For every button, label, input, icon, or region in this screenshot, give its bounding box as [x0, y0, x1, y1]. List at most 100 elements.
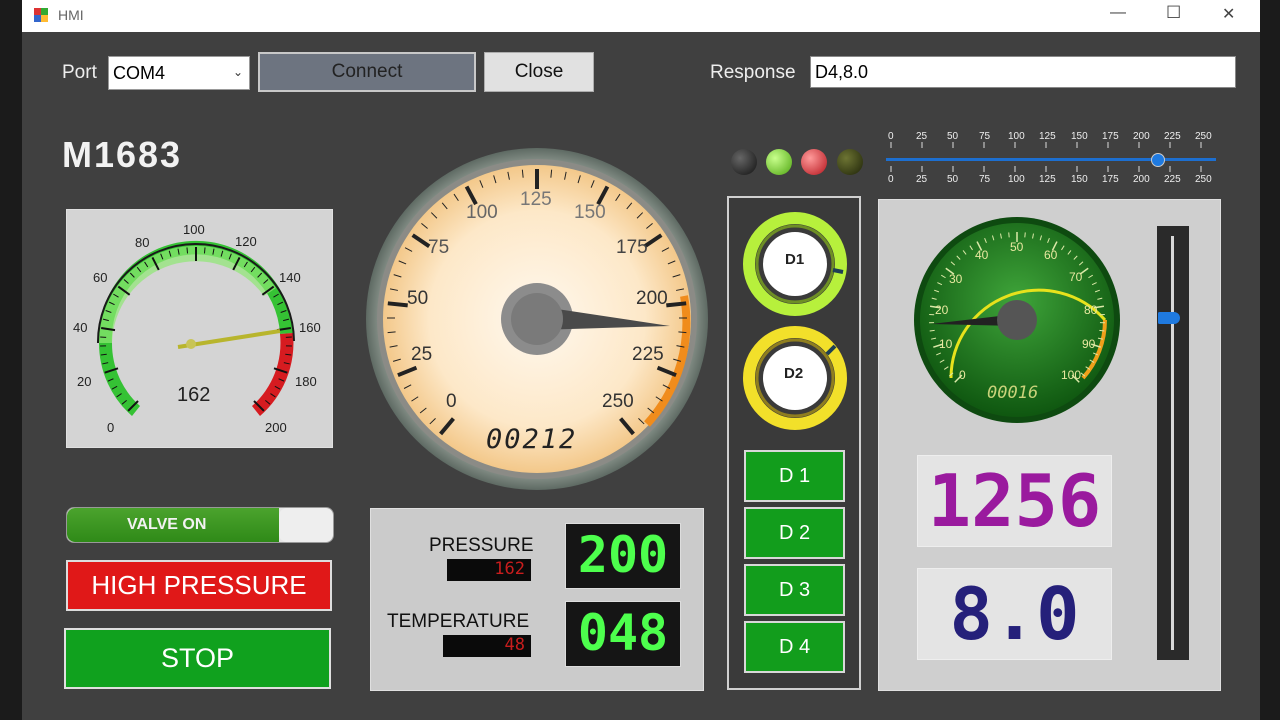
pressure-tick-140: 140 — [279, 270, 301, 285]
close-window-button[interactable]: ✕ — [1222, 4, 1235, 24]
slider-tick-top-250: 250 — [1195, 131, 1212, 142]
pressure-label: PRESSURE — [429, 535, 534, 556]
stop-button[interactable]: STOP — [64, 628, 331, 689]
level-tick-0: 0 — [959, 368, 966, 382]
level-tick-30: 30 — [949, 272, 963, 286]
level-tick-80: 80 — [1084, 303, 1098, 317]
maximize-button[interactable]: ☐ — [1166, 3, 1181, 23]
slider-tick-top-50: 50 — [947, 131, 959, 142]
port-select[interactable]: COM4 ⌄ — [108, 56, 250, 90]
minimize-button[interactable]: — — [1110, 4, 1126, 22]
level-tick-40: 40 — [975, 248, 989, 262]
pressure-tick-100: 100 — [183, 222, 205, 237]
right-panel: 0 10 20 30 40 50 60 70 80 90 100 00016 1… — [878, 199, 1221, 691]
app-icon — [34, 8, 48, 22]
segment-display-2: 8.0 — [917, 568, 1112, 660]
close-button[interactable]: Close — [484, 52, 594, 92]
response-value: D4,8.0 — [815, 62, 869, 82]
horizontal-slider[interactable]: 0 25 50 75 100 125 150 175 200 225 250 0… — [884, 128, 1218, 186]
slider-tick-bottom-100: 100 — [1008, 174, 1025, 185]
slider-tick-top-25: 25 — [916, 131, 928, 142]
speed-tick-50: 50 — [407, 288, 429, 309]
segment-display-2-value: 8.0 — [949, 572, 1080, 656]
slider-tick-bottom-150: 150 — [1071, 174, 1088, 185]
slider-tick-bottom-0: 0 — [888, 174, 894, 185]
alarm-label: HIGH PRESSURE — [91, 570, 307, 600]
slider-tick-bottom-175: 175 — [1102, 174, 1119, 185]
slider-tick-top-100: 100 — [1008, 131, 1025, 142]
d4-button[interactable]: D 4 — [744, 621, 845, 673]
slider-tick-top-0: 0 — [888, 131, 894, 142]
speed-tick-200: 200 — [636, 288, 668, 309]
level-tick-10: 10 — [939, 337, 953, 351]
pressure-tick-0: 0 — [107, 420, 115, 435]
level-tick-60: 60 — [1044, 248, 1058, 262]
temperature-value: 48 — [504, 635, 525, 655]
slider-tick-top-200: 200 — [1133, 131, 1150, 142]
slider-tick-bottom-200: 200 — [1133, 174, 1150, 185]
vertical-slider-thumb[interactable] — [1158, 312, 1180, 324]
d1-button[interactable]: D 1 — [744, 450, 845, 502]
valve-toggle[interactable]: VALVE ON — [66, 507, 334, 543]
slider-tick-bottom-75: 75 — [979, 174, 991, 185]
pressure-tick-20: 20 — [77, 374, 92, 389]
pressure-tick-120: 120 — [235, 234, 257, 249]
pressure-gauge-panel: 162 0 20 40 60 80 100 120 140 160 180 20… — [66, 209, 333, 448]
valve-toggle-knob — [279, 508, 333, 542]
d2-button-label: D 2 — [778, 522, 811, 544]
pressure-tick-60: 60 — [93, 270, 108, 285]
level-tick-20: 20 — [935, 303, 949, 317]
speed-tick-250: 250 — [602, 391, 634, 412]
led-4 — [837, 149, 863, 175]
speed-tick-175: 175 — [616, 237, 648, 258]
d3-button[interactable]: D 3 — [744, 564, 845, 616]
temperature-segment-display: 048 — [565, 601, 681, 667]
d4-button-label: D 4 — [778, 636, 811, 658]
led-1 — [731, 149, 757, 175]
speed-tick-75: 75 — [428, 237, 450, 258]
slider-tick-top-125: 125 — [1039, 131, 1056, 142]
pressure-segment-display: 200 — [565, 523, 681, 589]
dial-panel: D1 D2 D 1 D 2 D 3 D 4 — [727, 196, 861, 690]
slider-tick-top-225: 225 — [1164, 131, 1181, 142]
segment-display-1: 1256 — [917, 455, 1112, 547]
slider-thumb[interactable] — [1151, 153, 1165, 167]
d3-button-label: D 3 — [778, 579, 811, 601]
title-bar: HMI — ☐ ✕ — [22, 0, 1260, 32]
pressure-readout: 162 — [447, 559, 531, 581]
slider-tick-top-150: 150 — [1071, 131, 1088, 142]
pressure-value: 162 — [494, 559, 525, 579]
response-field[interactable]: D4,8.0 — [810, 56, 1236, 88]
close-label: Close — [514, 61, 564, 82]
port-label: Port — [62, 62, 97, 83]
pressure-gauge — [96, 240, 295, 416]
connect-button[interactable]: Connect — [258, 52, 476, 92]
window-title: HMI — [58, 7, 84, 23]
level-tick-70: 70 — [1069, 270, 1083, 284]
pressure-tick-80: 80 — [135, 235, 150, 250]
port-value: COM4 — [113, 63, 166, 83]
d1-button-label: D 1 — [778, 465, 811, 487]
slider-tick-bottom-250: 250 — [1195, 174, 1212, 185]
valve-label: VALVE ON — [127, 516, 207, 533]
slider-tick-bottom-225: 225 — [1164, 174, 1181, 185]
speed-tick-150: 150 — [574, 202, 606, 223]
speed-tick-0: 0 — [446, 391, 457, 412]
level-tick-90: 90 — [1082, 337, 1096, 351]
segment-display-1-value: 1256 — [927, 459, 1102, 543]
speed-tick-25: 25 — [411, 344, 433, 365]
vertical-slider[interactable] — [1157, 226, 1189, 660]
pressure-gauge-value: 162 — [177, 384, 211, 406]
led-3 — [801, 149, 827, 175]
readout-panel: PRESSURE 162 TEMPERATURE 48 200 048 — [370, 508, 704, 691]
connect-label: Connect — [331, 61, 403, 82]
vertical-slider-track — [1171, 236, 1174, 650]
pressure-tick-40: 40 — [73, 320, 88, 335]
level-tick-50: 50 — [1010, 240, 1024, 254]
slider-tick-top-75: 75 — [979, 131, 991, 142]
chevron-down-icon: ⌄ — [233, 65, 244, 79]
device-title: M1683 — [62, 134, 183, 175]
d1-dial-label: D1 — [785, 251, 805, 268]
level-tick-100: 100 — [1061, 368, 1082, 382]
d2-button[interactable]: D 2 — [744, 507, 845, 559]
